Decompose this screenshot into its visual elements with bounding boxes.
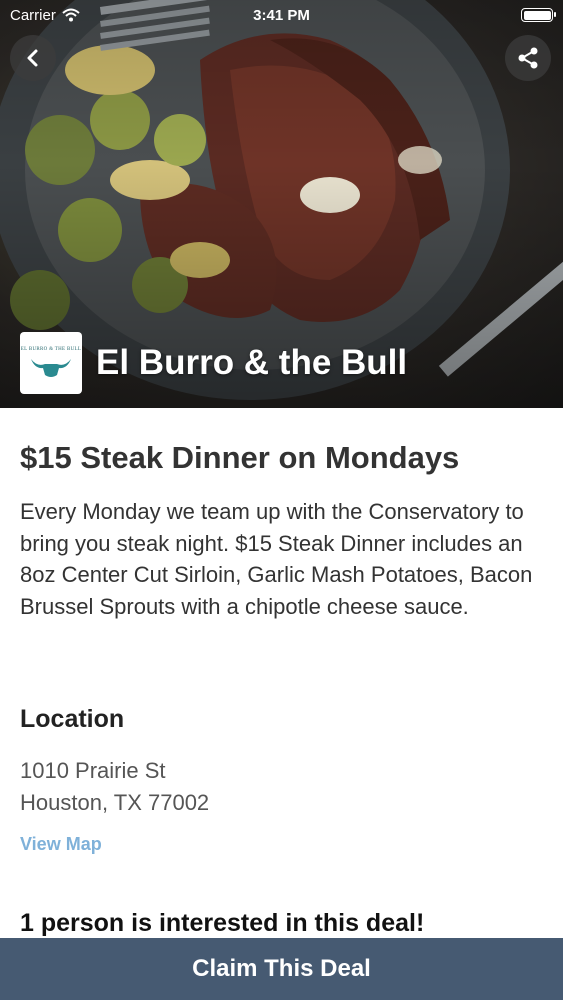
back-button[interactable] xyxy=(10,35,56,81)
location-heading: Location xyxy=(20,705,125,733)
wifi-icon xyxy=(62,8,80,22)
deal-content: $15 Steak Dinner on Mondays Every Monday… xyxy=(20,408,543,937)
venue-header: EL BURRO & THE BULL El Burro & the Bull xyxy=(20,332,407,394)
logo-text: EL BURRO & THE BULL xyxy=(20,347,82,352)
bull-skull-icon xyxy=(31,359,71,377)
share-button[interactable] xyxy=(505,35,551,81)
deal-description: Every Monday we team up with the Conserv… xyxy=(20,499,533,619)
status-time: 3:41 PM xyxy=(253,6,310,24)
carrier-indicator: Carrier xyxy=(10,7,80,24)
view-map-link[interactable]: View Map xyxy=(20,834,102,855)
carrier-label: Carrier xyxy=(10,6,56,24)
address-line-1: 1010 Prairie St xyxy=(20,758,166,783)
share-icon xyxy=(518,47,538,69)
chevron-left-icon xyxy=(27,49,38,67)
address-line-2: Houston, TX 77002 xyxy=(20,790,210,815)
deal-title: $15 Steak Dinner on Mondays xyxy=(20,440,460,475)
address: 1010 Prairie St Houston, TX 77002 xyxy=(20,755,209,819)
battery-icon xyxy=(521,8,556,22)
claim-deal-button[interactable]: Claim This Deal xyxy=(0,938,563,1000)
status-bar: Carrier 3:41 PM xyxy=(0,0,563,30)
venue-logo: EL BURRO & THE BULL xyxy=(20,332,82,394)
venue-name: El Burro & the Bull xyxy=(96,343,408,382)
interest-count: 1 person is interested in this deal! xyxy=(20,909,425,937)
